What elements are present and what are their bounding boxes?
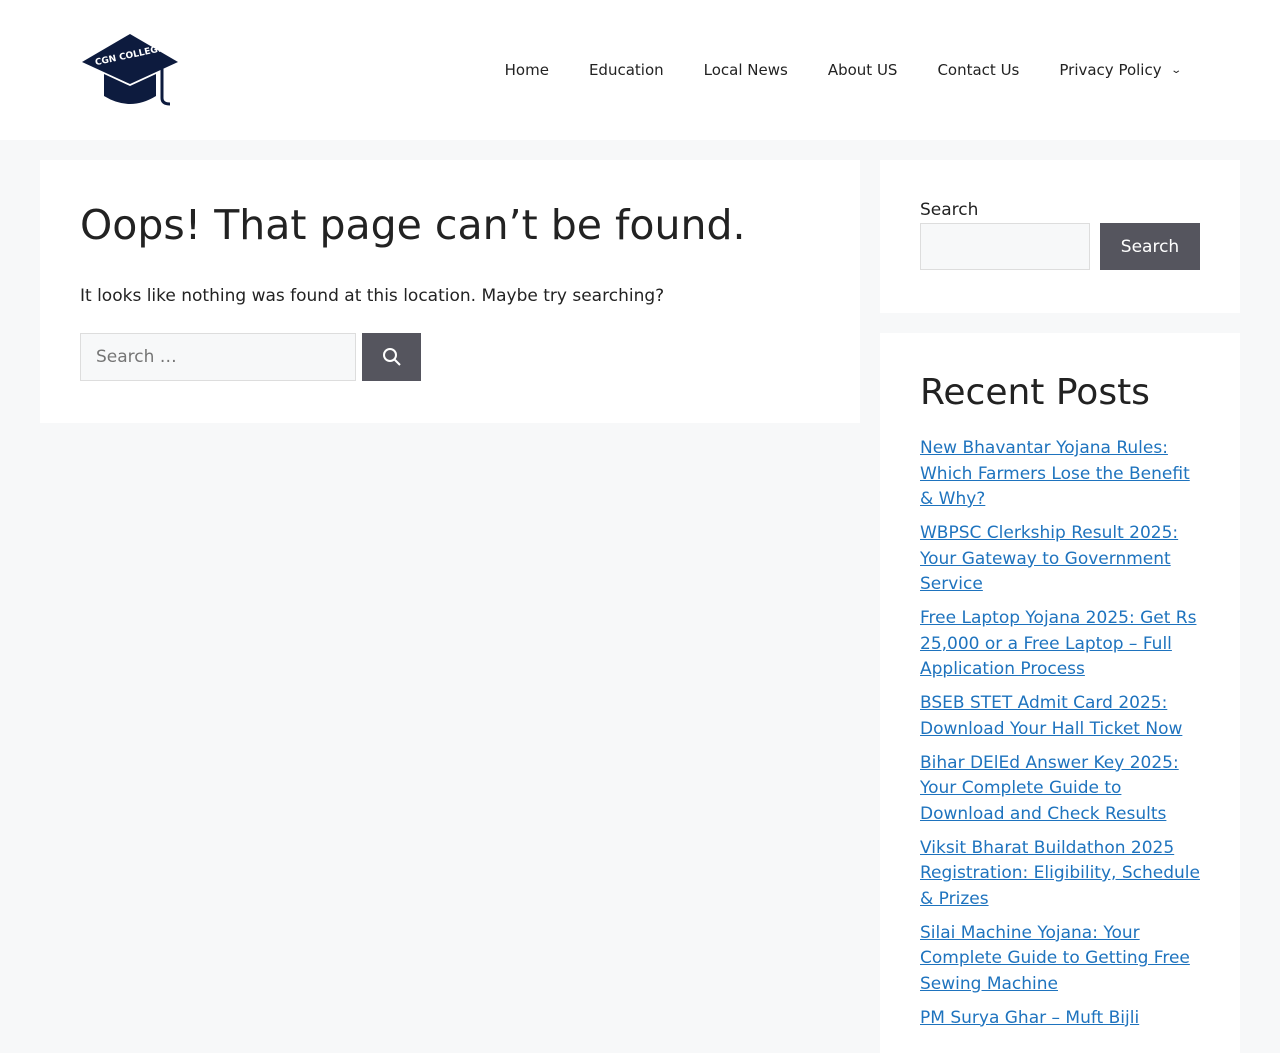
logo-graduation-cap-icon[interactable]: CGN COLLEGE — [80, 32, 180, 108]
not-found-message: It looks like nothing was found at this … — [80, 286, 665, 306]
search-widget: Search Search — [880, 160, 1240, 313]
sidebar-search-input[interactable] — [920, 223, 1090, 270]
site-header: CGN COLLEGE Home Education Local News Ab… — [0, 0, 1280, 140]
nav-privacy-policy[interactable]: Privacy Policy ⌄ — [1039, 61, 1200, 79]
recent-post-link[interactable]: New Bhavantar Yojana Rules: Which Farmer… — [920, 438, 1190, 509]
recent-posts-widget: Recent Posts New Bhavantar Yojana Rules:… — [880, 333, 1240, 1053]
search-input[interactable] — [80, 333, 356, 381]
recent-post-link[interactable]: Silai Machine Yojana: Your Complete Guid… — [920, 923, 1190, 994]
search-form — [80, 333, 820, 381]
nav-privacy-label: Privacy Policy — [1059, 61, 1162, 79]
recent-posts-title: Recent Posts — [920, 372, 1150, 413]
search-widget-label: Search — [920, 200, 979, 220]
recent-post-link[interactable]: Free Laptop Yojana 2025: Get Rs 25,000 o… — [920, 608, 1196, 679]
recent-post-link[interactable]: PM Surya Ghar – Muft Bijli — [920, 1008, 1139, 1028]
search-icon — [382, 348, 401, 366]
chevron-down-icon: ⌄ — [1169, 64, 1182, 76]
recent-posts-list: New Bhavantar Yojana Rules: Which Farmer… — [920, 436, 1200, 1031]
not-found-content: Oops! That page can’t be found. It looks… — [40, 160, 860, 423]
nav-about-us[interactable]: About US — [808, 61, 918, 79]
page-title: Oops! That page can’t be found. — [80, 201, 746, 249]
search-button[interactable] — [362, 333, 421, 381]
recent-post-link[interactable]: Viksit Bharat Buildathon 2025 Registrati… — [920, 838, 1200, 909]
recent-post-link[interactable]: Bihar DElEd Answer Key 2025: Your Comple… — [920, 753, 1179, 824]
nav-contact-us[interactable]: Contact Us — [917, 61, 1039, 79]
recent-post-link[interactable]: BSEB STET Admit Card 2025: Download Your… — [920, 693, 1182, 739]
nav-home[interactable]: Home — [485, 61, 569, 79]
sidebar-search-button[interactable]: Search — [1100, 223, 1200, 270]
recent-post-link[interactable]: WBPSC Clerkship Result 2025: Your Gatewa… — [920, 523, 1178, 594]
nav-local-news[interactable]: Local News — [684, 61, 808, 79]
main-nav: Home Education Local News About US Conta… — [485, 0, 1200, 140]
nav-education[interactable]: Education — [569, 61, 684, 79]
